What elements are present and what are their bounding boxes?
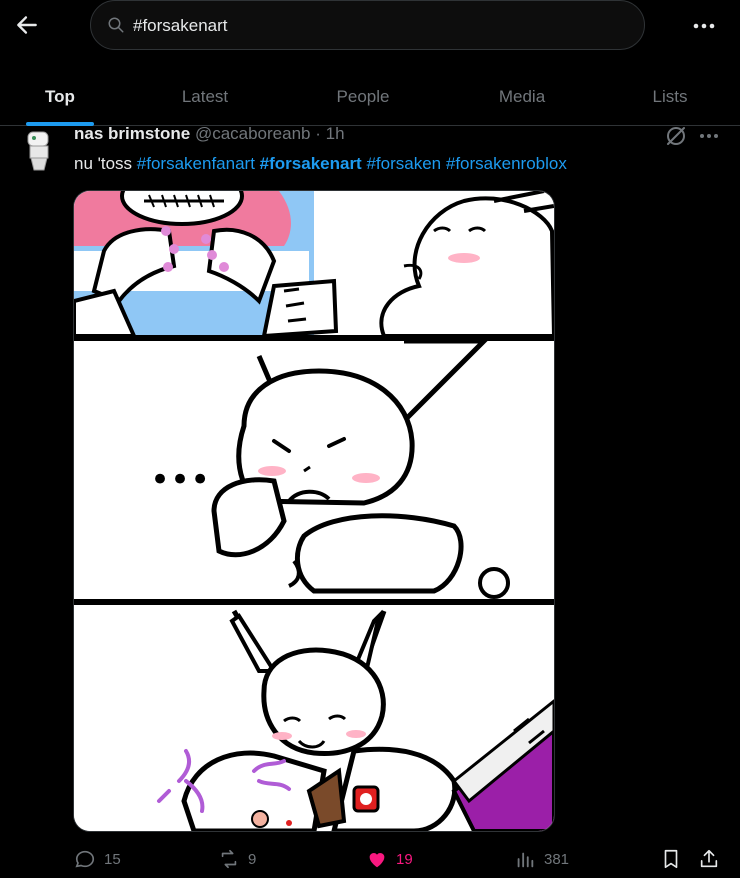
view-count: 381 (544, 850, 570, 868)
search-tabs: Top Latest People Media Lists (0, 68, 740, 126)
bookmark-icon (664, 849, 678, 869)
tab-label: Lists (652, 86, 688, 106)
tweet-text-prefix: nu 'toss (74, 154, 133, 173)
views-button[interactable]: 381 (514, 846, 569, 872)
ellipsis-text: ••• (150, 460, 210, 500)
timestamp[interactable]: 1h (326, 124, 345, 143)
like-count: 19 (396, 850, 413, 868)
more-horizontal-icon[interactable] (690, 14, 718, 38)
tab-label: People (336, 86, 390, 106)
tweet-actions: 15 9 19 381 (0, 840, 740, 878)
repost-button[interactable]: 9 (218, 846, 256, 872)
tweet-text: nu 'toss #forsakenfanart #forsakenart #f… (74, 152, 567, 176)
tab-label: Media (498, 86, 546, 106)
repost-count: 9 (248, 850, 257, 868)
top-bar (0, 0, 740, 52)
search-icon (108, 17, 124, 33)
repost-icon (221, 849, 237, 869)
tab-label: Top (45, 86, 75, 106)
author-name[interactable]: nas brimstone (74, 124, 190, 143)
reply-button[interactable]: 15 (74, 846, 121, 872)
tab-media[interactable]: Media (462, 68, 582, 125)
hashtag-link[interactable]: #forsakenfanart (137, 154, 255, 173)
reply-icon (75, 850, 95, 868)
comic-illustration: ••• (74, 191, 554, 831)
views-chart-icon (517, 852, 534, 868)
search-box[interactable] (90, 0, 645, 51)
hashtag-link[interactable]: #forsakenart (260, 154, 362, 173)
grok-icon[interactable] (664, 124, 688, 148)
tab-label: Latest (181, 86, 229, 106)
search-input[interactable] (131, 1, 615, 51)
comic-panel-1 (74, 191, 554, 341)
like-button[interactable]: 19 (366, 846, 413, 872)
more-horizontal-icon[interactable] (697, 126, 721, 146)
avatar[interactable] (22, 128, 56, 172)
separator: · (315, 124, 321, 143)
tweet-header: nas brimstone @cacaboreanb · 1h (74, 124, 345, 144)
hashtag-link[interactable]: #forsakenroblox (446, 154, 567, 173)
share-button[interactable] (698, 846, 728, 872)
tab-people[interactable]: People (303, 68, 423, 125)
tweet-media-image[interactable]: ••• (74, 191, 554, 831)
tab-top[interactable]: Top (0, 68, 120, 125)
tab-lists[interactable]: Lists (610, 68, 730, 125)
heart-filled-icon (369, 853, 385, 868)
hashtag-link[interactable]: #forsaken (366, 154, 441, 173)
reply-count: 15 (104, 850, 121, 868)
arrow-left-icon[interactable] (14, 12, 40, 38)
bookmark-button[interactable] (660, 846, 690, 872)
author-handle[interactable]: @cacaboreanb (195, 124, 311, 143)
tab-latest[interactable]: Latest (145, 68, 265, 125)
share-icon (700, 849, 718, 868)
